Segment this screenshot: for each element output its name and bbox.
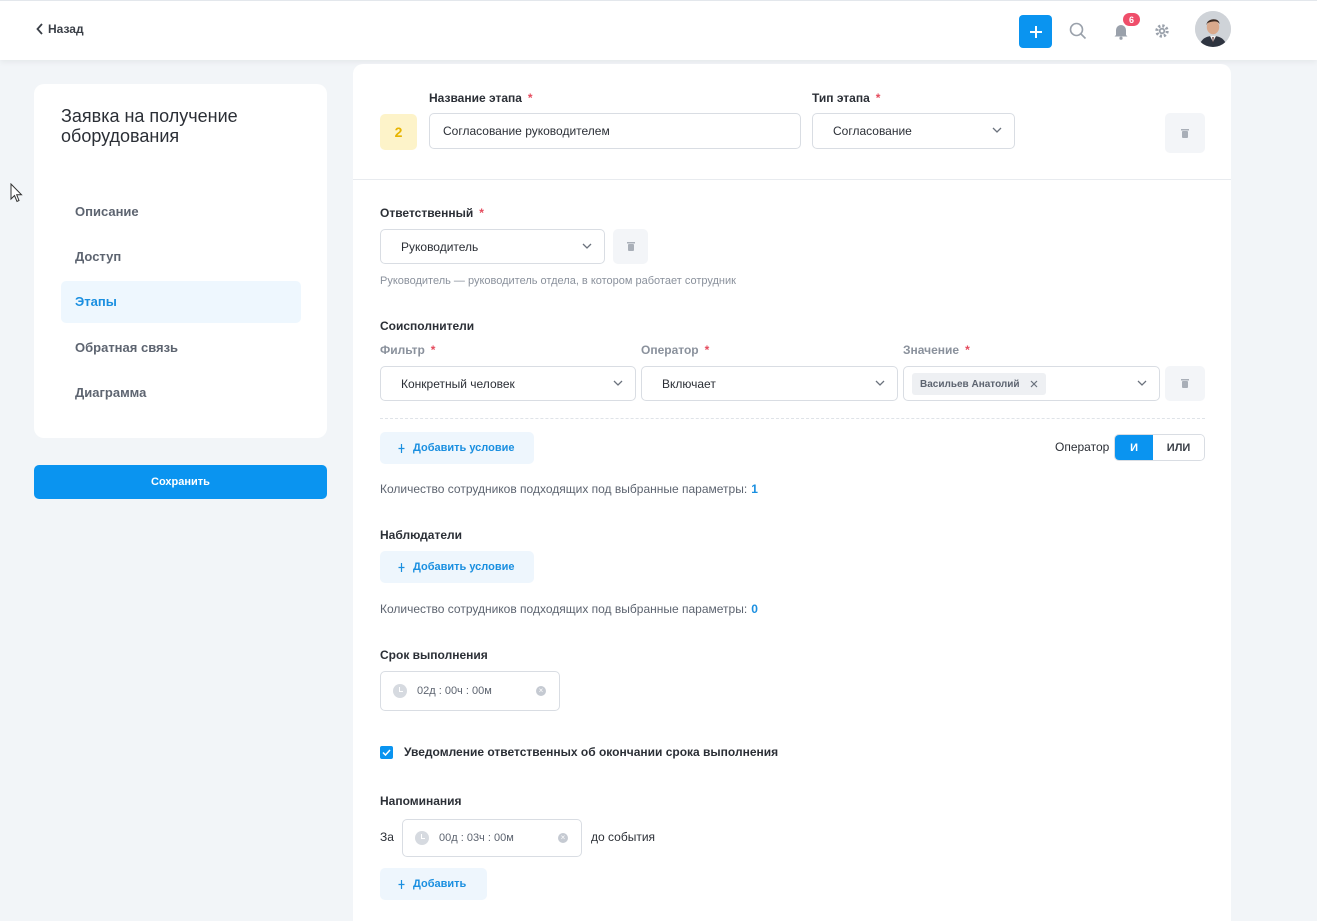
logic-operator-toggle: И ИЛИ <box>1114 434 1205 461</box>
stage-name-value: Согласование руководителем <box>443 124 610 138</box>
back-label: Назад <box>48 22 84 36</box>
filter-value: Конкретный человек <box>401 376 515 391</box>
operator-value: Включает <box>662 376 716 391</box>
clock-icon <box>415 831 429 845</box>
trash-icon <box>1181 128 1189 138</box>
clear-icon[interactable]: × <box>536 686 546 696</box>
plus-icon <box>398 879 405 889</box>
reminder-input[interactable]: 00д : 03ч : 00м × <box>402 819 582 857</box>
value-multiselect[interactable]: Васильев Анатолий <box>903 366 1160 401</box>
plus-icon <box>1029 25 1042 38</box>
plus-icon <box>398 562 405 572</box>
remove-tag-icon[interactable] <box>1030 380 1038 388</box>
user-photo-icon <box>1195 11 1231 47</box>
clear-icon[interactable]: × <box>558 833 568 843</box>
selected-person-name: Васильев Анатолий <box>920 378 1020 390</box>
logic-or-option[interactable]: ИЛИ <box>1153 435 1204 460</box>
add-reminder-button[interactable]: Добавить <box>380 868 487 900</box>
deadline-input[interactable]: 02д : 00ч : 00м × <box>380 671 560 711</box>
filter-select[interactable]: Конкретный человек <box>380 366 636 401</box>
plus-icon <box>398 443 405 453</box>
add-observer-condition-label: Добавить условие <box>413 561 515 573</box>
checkmark-icon <box>382 748 391 756</box>
stage-type-value: Согласование <box>833 124 912 138</box>
filter-label: Фильтр * <box>380 343 436 357</box>
logic-operator-label: Оператор <box>1055 440 1110 454</box>
notifications-badge: 6 <box>1123 13 1140 26</box>
responsible-label: Ответственный * <box>380 206 484 220</box>
co-executors-count: Количество сотрудников подходящих под вы… <box>380 482 758 496</box>
top-bar: Назад 6 <box>0 0 1317 60</box>
stage-number-badge: 2 <box>380 114 417 150</box>
create-button[interactable] <box>1019 15 1052 48</box>
add-observer-condition-button[interactable]: Добавить условие <box>380 551 534 583</box>
co-executors-label: Соисполнители <box>380 319 475 333</box>
search-button[interactable] <box>1067 20 1089 42</box>
chevron-down-icon <box>875 380 885 386</box>
trash-icon <box>1181 379 1189 388</box>
deadline-value: 02д : 00ч : 00м <box>417 685 492 697</box>
add-condition-label: Добавить условие <box>413 442 515 454</box>
chevron-down-icon <box>1137 380 1147 386</box>
sidebar-item-diagram[interactable]: Диаграмма <box>61 372 301 414</box>
gear-icon <box>1155 24 1169 38</box>
stage-name-input[interactable]: Согласование руководителем <box>429 113 801 149</box>
logic-and-option[interactable]: И <box>1115 435 1154 460</box>
section-divider <box>353 179 1231 180</box>
chevron-down-icon <box>582 243 592 249</box>
sidebar-item-access[interactable]: Доступ <box>61 236 301 278</box>
value-label: Значение * <box>903 343 970 357</box>
process-title: Заявка на получение оборудования <box>61 106 238 146</box>
delete-condition-button[interactable] <box>1165 366 1205 401</box>
notify-checkbox-row[interactable]: Уведомление ответственных об окончании с… <box>380 745 778 759</box>
reminders-label: Напоминания <box>380 794 462 808</box>
clock-icon <box>393 684 407 698</box>
deadline-label: Срок выполнения <box>380 648 488 662</box>
operator-select[interactable]: Включает <box>641 366 898 401</box>
observers-label: Наблюдатели <box>380 528 463 542</box>
back-link[interactable]: Назад <box>36 22 84 36</box>
stage-type-select[interactable]: Согласование <box>812 113 1015 149</box>
operator-label: Оператор * <box>641 343 710 357</box>
responsible-hint: Руководитель — руководитель отдела, в ко… <box>380 275 736 287</box>
stage-name-label: Название этапа * <box>429 91 533 105</box>
selected-person-tag: Васильев Анатолий <box>912 373 1046 395</box>
settings-button[interactable] <box>1151 20 1173 42</box>
add-reminder-label: Добавить <box>413 878 467 890</box>
user-avatar[interactable] <box>1195 11 1231 47</box>
responsible-select[interactable]: Руководитель <box>380 229 605 264</box>
mouse-cursor-icon <box>10 183 23 203</box>
stage-type-label: Тип этапа * <box>812 91 881 105</box>
sidebar-item-description[interactable]: Описание <box>61 191 301 233</box>
responsible-value: Руководитель <box>401 239 479 254</box>
reminder-suffix: до события <box>591 830 656 844</box>
chevron-down-icon <box>613 380 623 386</box>
notify-checkbox[interactable] <box>380 745 393 759</box>
condition-divider <box>380 418 1205 419</box>
stage-editor: 2 Название этапа * Согласование руководит… <box>353 64 1231 921</box>
chevron-down-icon <box>992 127 1002 133</box>
save-button[interactable]: Сохранить <box>34 465 327 499</box>
notify-label: Уведомление ответственных об окончании с… <box>404 745 779 759</box>
observers-count: Количество сотрудников подходящих под вы… <box>380 602 758 616</box>
delete-responsible-button[interactable] <box>613 229 648 264</box>
trash-icon <box>626 242 635 251</box>
sidebar-item-feedback[interactable]: Обратная связь <box>61 327 301 369</box>
add-condition-button[interactable]: Добавить условие <box>380 432 534 464</box>
reminder-prefix: За <box>380 830 394 844</box>
sidebar: Заявка на получение оборудования Описани… <box>34 84 327 438</box>
sidebar-item-stages[interactable]: Этапы <box>61 281 301 323</box>
delete-stage-button[interactable] <box>1165 113 1205 153</box>
search-icon <box>1069 22 1087 40</box>
reminder-value: 00д : 03ч : 00м <box>439 832 514 844</box>
chevron-left-icon <box>36 23 43 35</box>
